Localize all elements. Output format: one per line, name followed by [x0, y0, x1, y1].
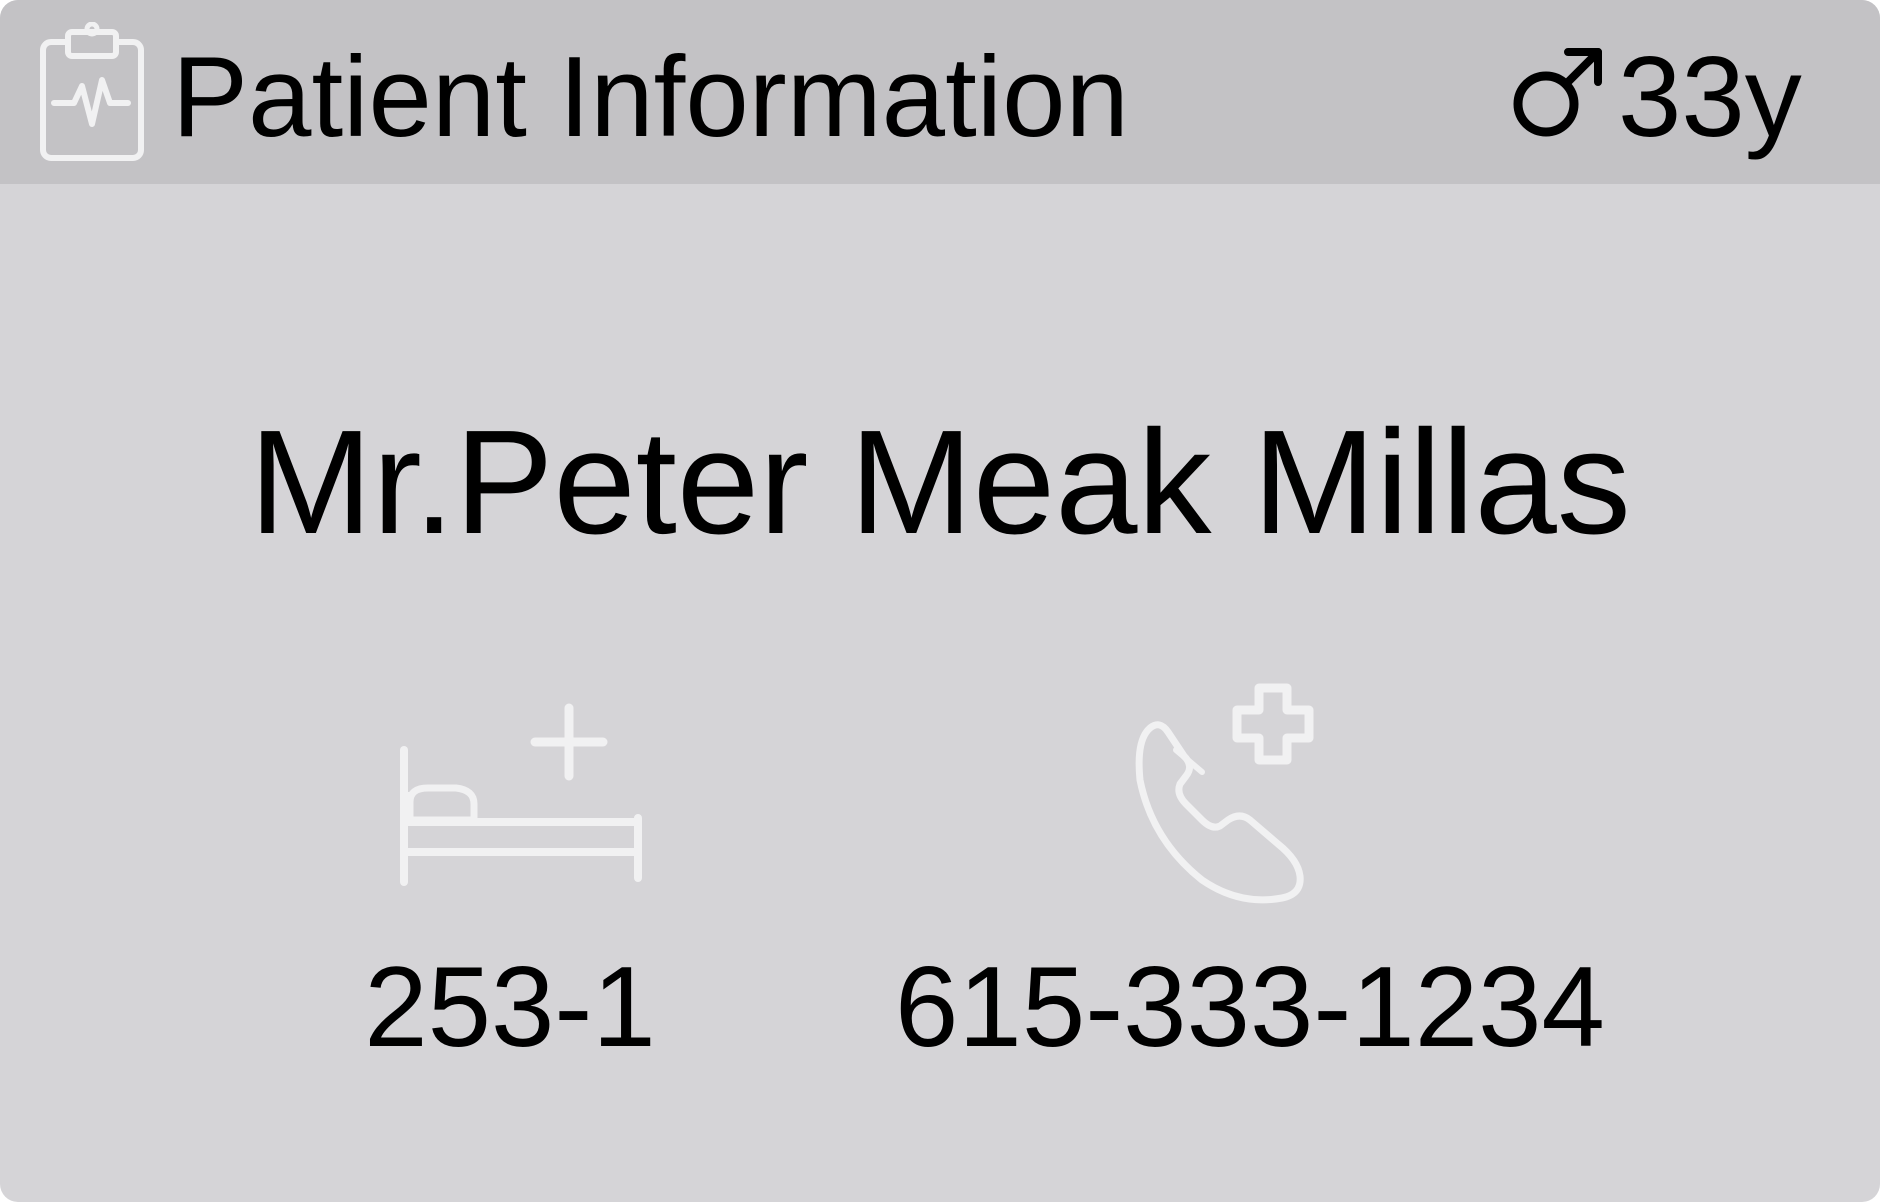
hospital-bed-icon: [400, 703, 642, 886]
male-icon: [1513, 48, 1602, 137]
phone-number[interactable]: 615-333-1234: [840, 948, 1660, 1068]
medical-phone-icon: [1135, 683, 1314, 904]
card-header: Patient Information 33y: [0, 0, 1880, 184]
bed-number: 253-1: [364, 944, 656, 1071]
patient-info-card: Patient Information 33y Mr.Peter Meak Mi…: [0, 0, 1880, 1202]
patient-name: Mr.Peter Meak Millas: [249, 400, 1631, 565]
clipboard-pulse-icon: [40, 22, 144, 161]
card-title: Patient Information: [172, 34, 1129, 161]
patient-age: 33y: [1618, 34, 1802, 161]
